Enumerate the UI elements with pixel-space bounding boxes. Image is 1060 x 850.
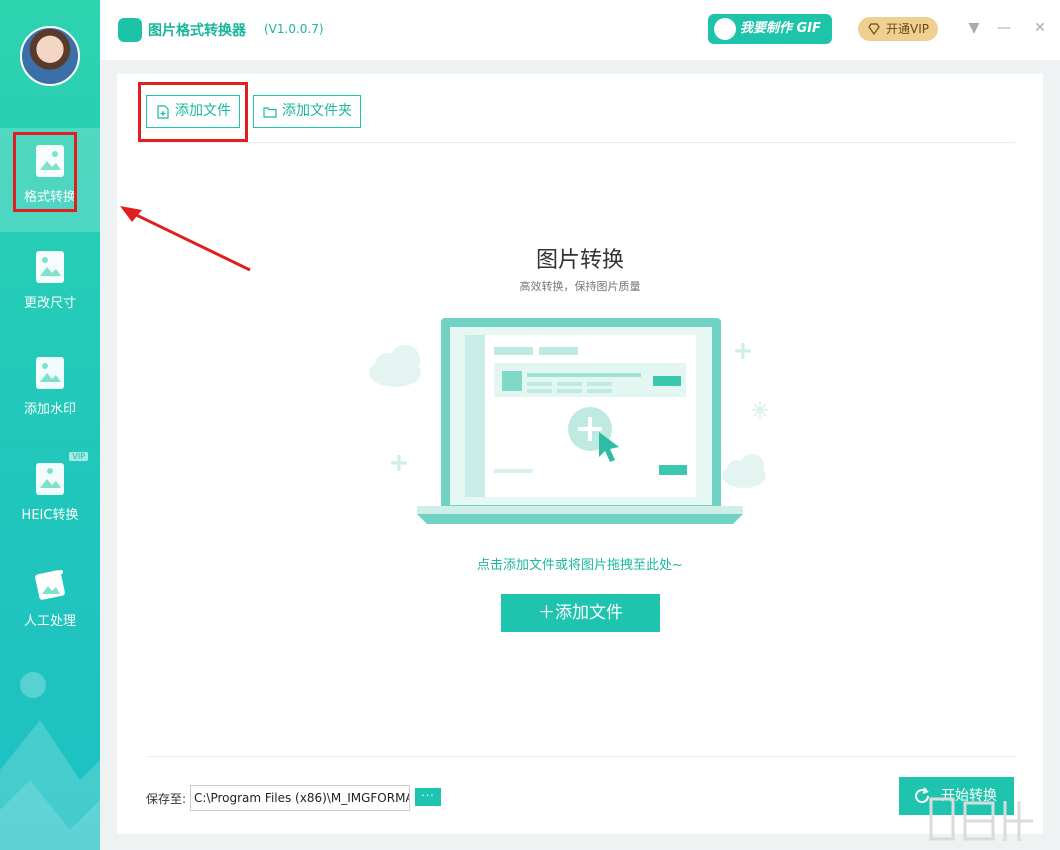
- title-bar: 图片格式转换器 (V1.0.0.7) 我要制作 GIF 开通VIP ▼ — ✕: [100, 0, 1060, 60]
- folder-add-icon: [263, 107, 277, 118]
- browse-button[interactable]: ···: [415, 788, 441, 806]
- dropzone-subtitle: 高效转换，保持图片质量: [519, 280, 641, 293]
- sidebar-item-label: 添加水印: [23, 402, 76, 417]
- sidebar-item-label: 更改尺寸: [23, 296, 76, 311]
- add-file-button[interactable]: 添加文件: [146, 95, 240, 128]
- sidebar-item-heic[interactable]: VIP HEIC转换: [0, 446, 100, 550]
- sidebar-item-manual[interactable]: 人工处理: [0, 552, 100, 656]
- minimize-icon[interactable]: —: [994, 18, 1014, 38]
- app-version: (V1.0.0.7): [264, 22, 324, 36]
- add-folder-button[interactable]: 添加文件夹: [253, 95, 361, 128]
- start-convert-button[interactable]: 开始转换: [899, 777, 1014, 815]
- make-gif-label: 我要制作 GIF: [740, 21, 821, 36]
- open-vip-label: 开通VIP: [886, 22, 929, 36]
- diamond-icon: [868, 23, 880, 35]
- menu-dropdown-icon[interactable]: ▼: [964, 18, 984, 38]
- save-path-input[interactable]: C:\Program Files (x86)\M_IMGFORMAT: [190, 785, 410, 811]
- manual-process-icon: [35, 570, 65, 600]
- main-panel: 添加文件 添加文件夹 图片转换 高效转换，保持图片质量 点击添加文件或将图片拖拽…: [117, 74, 1043, 834]
- save-to-label: 保存至:: [146, 792, 187, 806]
- sidebar-item-watermark[interactable]: 添加水印: [0, 340, 100, 444]
- sidebar-item-label: 格式转换: [23, 190, 76, 205]
- add-file-label: 添加文件: [175, 103, 231, 119]
- sidebar-item-label: 人工处理: [23, 614, 76, 629]
- app-title: 图片格式转换器: [148, 23, 246, 39]
- sidebar-item-label: HEIC转换: [21, 508, 79, 523]
- app-logo-icon: [118, 18, 142, 42]
- sidebar-item-format-convert[interactable]: 格式转换: [0, 128, 100, 232]
- image-watermark-icon: [36, 357, 64, 389]
- open-vip-button[interactable]: 开通VIP: [858, 17, 938, 41]
- heic-icon: [36, 463, 64, 495]
- sidebar: 格式转换 更改尺寸 添加水印 VIP HEIC转换 人工处理: [0, 0, 100, 850]
- close-icon[interactable]: ✕: [1030, 18, 1050, 38]
- laptop-illustration[interactable]: [357, 310, 777, 540]
- file-add-icon: [157, 105, 169, 119]
- add-folder-label: 添加文件夹: [282, 103, 352, 119]
- dropzone-title: 图片转换: [535, 248, 624, 273]
- image-convert-icon: [36, 145, 64, 177]
- refresh-icon: [915, 787, 930, 804]
- sidebar-item-resize[interactable]: 更改尺寸: [0, 234, 100, 338]
- start-convert-label: 开始转换: [941, 788, 997, 804]
- avatar[interactable]: [20, 26, 80, 86]
- image-resize-icon: [36, 251, 64, 283]
- toolbar-divider: [137, 142, 1015, 143]
- add-file-large-button[interactable]: ＋添加文件: [501, 594, 660, 632]
- gif-logo-icon: [714, 18, 736, 40]
- vip-badge: VIP: [69, 452, 88, 461]
- make-gif-button[interactable]: 我要制作 GIF: [708, 14, 832, 44]
- footer-divider: [147, 756, 1015, 757]
- dropzone-hint: 点击添加文件或将图片拖拽至此处~: [477, 558, 683, 573]
- sidebar-decoration: [0, 672, 100, 850]
